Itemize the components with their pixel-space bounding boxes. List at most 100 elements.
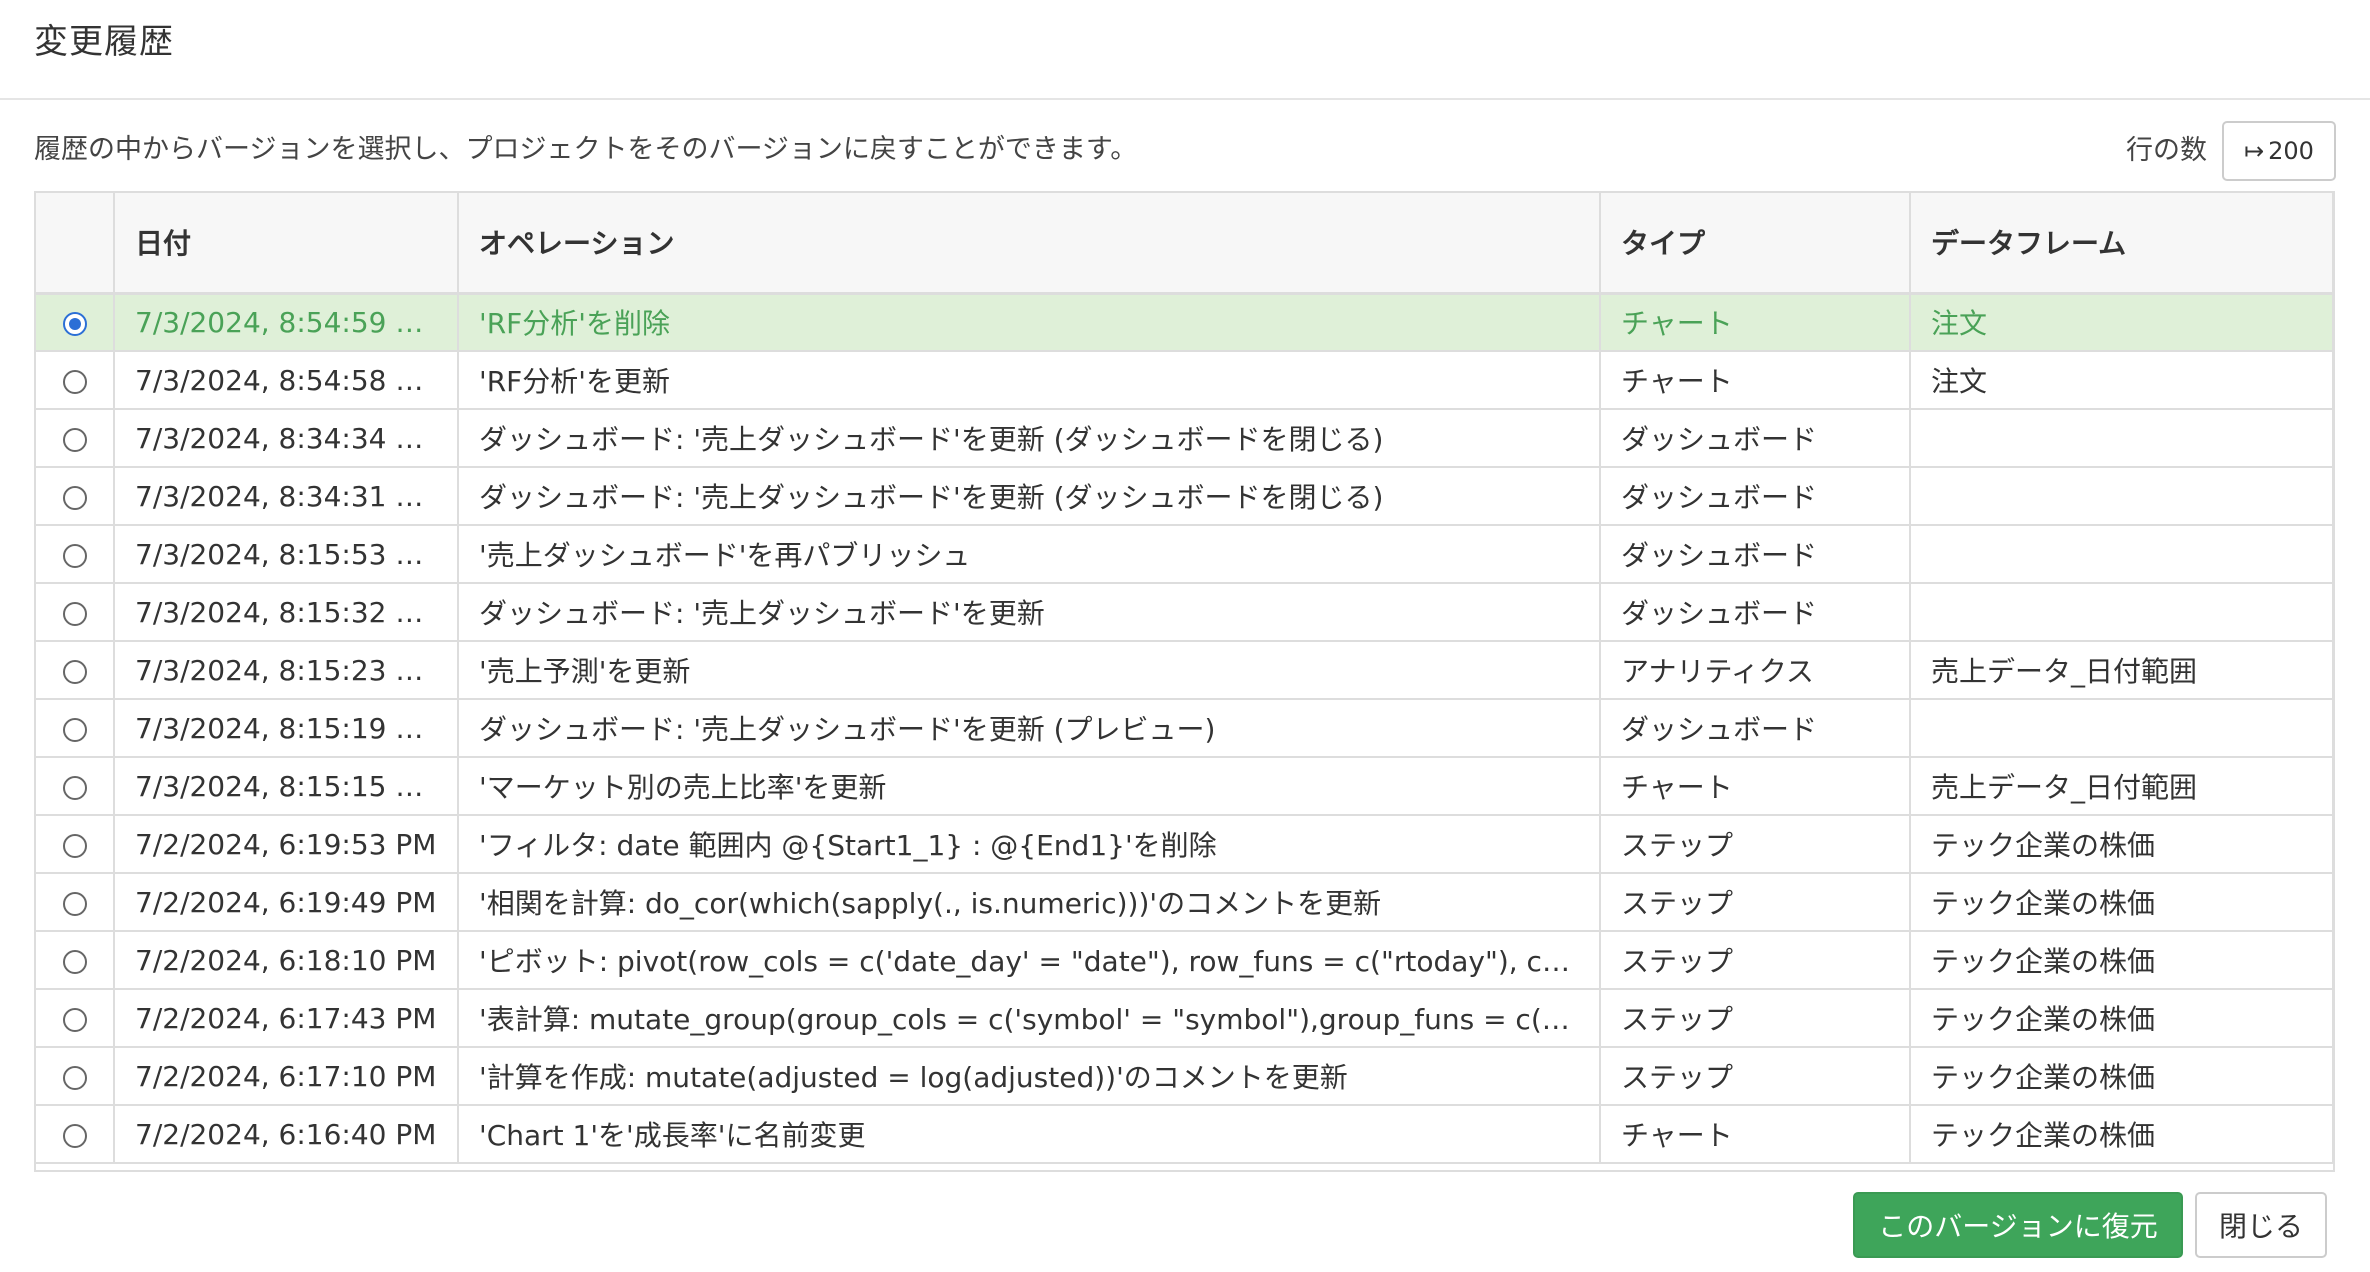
row-date: 7/3/2024, 8:15:32 AM: [114, 583, 459, 642]
row-type: ステップ: [1600, 873, 1911, 932]
row-radio-button[interactable]: [62, 311, 87, 336]
row-type: ダッシュボード: [1600, 525, 1911, 584]
row-date: 7/3/2024, 8:15:53 AM: [114, 525, 459, 584]
row-type: ステップ: [1600, 815, 1911, 874]
row-date: 7/3/2024, 8:34:31 AM: [114, 467, 459, 526]
row-type: ダッシュボード: [1600, 583, 1911, 642]
rows-count-label: 行の数: [2126, 135, 2207, 166]
table-row[interactable]: 7/2/2024, 6:19:49 PM '相関を計算: do_cor(which…: [36, 873, 2333, 932]
row-select-cell[interactable]: [36, 409, 115, 468]
row-select-cell[interactable]: [36, 815, 115, 874]
table-row[interactable]: 7/3/2024, 8:15:53 AM '売上ダッシュボード'を再パブリッシュダ…: [36, 525, 2333, 584]
row-operation: '計算を作成: mutate(adjusted = log(adjusted))…: [458, 1047, 1601, 1106]
dialog-title: 変更履歴: [34, 22, 174, 62]
rows-count-button[interactable]: ↦ 200: [2222, 121, 2336, 181]
row-type: ダッシュボード: [1600, 467, 1911, 526]
row-operation: ダッシュボード: '売上ダッシュボード'を更新 (ダッシュボードを閉じる): [458, 467, 1601, 526]
row-operation: ダッシュボード: '売上ダッシュボード'を更新 (ダッシュボードを閉じる): [458, 409, 1601, 468]
row-dataframe: テック企業の株価: [1910, 1047, 2333, 1106]
row-dataframe: [1910, 525, 2333, 584]
row-date: 7/2/2024, 6:19:53 PM: [114, 815, 459, 874]
row-date: 7/3/2024, 8:15:19 AM: [114, 699, 459, 758]
row-radio-button[interactable]: [62, 833, 87, 858]
row-operation: ダッシュボード: '売上ダッシュボード'を更新 (プレビュー): [458, 699, 1601, 758]
row-select-cell[interactable]: [36, 1105, 115, 1164]
table-row[interactable]: 7/3/2024, 8:15:23 AM '売上予測'を更新 アナリティクス 売上デー…: [36, 641, 2333, 700]
row-radio-button[interactable]: [62, 1007, 87, 1032]
arrow-right-to-bar-icon: ↦: [2244, 137, 2265, 165]
table-row[interactable]: 7/2/2024, 6:16:40 PM 'Chart 1'を'成長率'に名前変更…: [36, 1105, 2333, 1164]
row-operation: 'RF分析'を更新: [458, 351, 1601, 410]
column-header-date: 日付: [114, 193, 459, 295]
row-operation: '売上予測'を更新: [458, 641, 1601, 700]
row-type: ステップ: [1600, 931, 1911, 990]
row-operation: '表計算: mutate_group(group_cols = c('symbo…: [458, 989, 1601, 1048]
column-header-operation: オペレーション: [458, 193, 1601, 295]
row-radio-button[interactable]: [62, 1123, 87, 1148]
restore-version-button[interactable]: このバージョンに復元: [1853, 1192, 2183, 1258]
row-operation: ダッシュボード: '売上ダッシュボード'を更新: [458, 583, 1601, 642]
row-radio-button[interactable]: [62, 427, 87, 452]
row-date: 7/2/2024, 6:17:10 PM: [114, 1047, 459, 1106]
table-row[interactable]: 7/2/2024, 6:17:43 PM '表計算: mutate_group(g…: [36, 989, 2333, 1048]
row-type: ステップ: [1600, 989, 1911, 1048]
row-select-cell[interactable]: [36, 583, 115, 642]
row-type: ダッシュボード: [1600, 409, 1911, 468]
table-row[interactable]: 7/3/2024, 8:15:19 AM ダッシュボード: '売上ダッシュボード'…: [36, 699, 2333, 758]
row-type: ダッシュボード: [1600, 699, 1911, 758]
table-row[interactable]: 7/3/2024, 8:54:59 AM 'RF分析'を削除 チャート 注文: [36, 293, 2333, 352]
row-date: 7/3/2024, 8:54:58 AM: [114, 351, 459, 410]
table-row[interactable]: 7/3/2024, 8:15:15 AM 'マーケット別の売上比率'を更新 チャート…: [36, 757, 2333, 816]
row-select-cell[interactable]: [36, 873, 115, 932]
row-radio-button[interactable]: [62, 1065, 87, 1090]
row-select-cell[interactable]: [36, 989, 115, 1048]
row-select-cell[interactable]: [36, 525, 115, 584]
table-row[interactable]: 7/2/2024, 6:18:10 PM 'ピボット: pivot(row_col…: [36, 931, 2333, 990]
row-dataframe: [1910, 699, 2333, 758]
row-select-cell[interactable]: [36, 757, 115, 816]
table-row[interactable]: 7/2/2024, 6:19:53 PM 'フィルタ: date 範囲内 @{St…: [36, 815, 2333, 874]
row-operation: 'ピボット: pivot(row_cols = c('date_day' = "…: [458, 931, 1601, 990]
row-type: チャート: [1600, 1105, 1911, 1164]
row-dataframe: [1910, 583, 2333, 642]
close-button[interactable]: 閉じる: [2195, 1192, 2327, 1258]
row-operation: 'マーケット別の売上比率'を更新: [458, 757, 1601, 816]
history-table-container[interactable]: 日付 オペレーション タイプ データフレーム 7/3/2024, 8:54:59…: [34, 191, 2335, 1172]
row-select-cell[interactable]: [36, 641, 115, 700]
row-type: アナリティクス: [1600, 641, 1911, 700]
row-radio-button[interactable]: [62, 775, 87, 800]
row-select-cell[interactable]: [36, 1047, 115, 1106]
row-dataframe: テック企業の株価: [1910, 931, 2333, 990]
row-operation: 'Chart 1'を'成長率'に名前変更: [458, 1105, 1601, 1164]
row-select-cell[interactable]: [36, 293, 115, 352]
row-radio-button[interactable]: [62, 543, 87, 568]
column-header-select: [36, 193, 115, 295]
table-row[interactable]: 7/3/2024, 8:34:34 AM ダッシュボード: '売上ダッシュボード'…: [36, 409, 2333, 468]
row-type: ステップ: [1600, 1047, 1911, 1106]
row-operation: 'RF分析'を削除: [458, 293, 1601, 352]
row-date: 7/2/2024, 6:18:10 PM: [114, 931, 459, 990]
row-select-cell[interactable]: [36, 351, 115, 410]
column-header-dataframe: データフレーム: [1910, 193, 2333, 295]
row-radio-button[interactable]: [62, 659, 87, 684]
row-operation: '相関を計算: do_cor(which(sapply(., is.numeri…: [458, 873, 1601, 932]
row-radio-button[interactable]: [62, 717, 87, 742]
row-radio-button[interactable]: [62, 369, 87, 394]
column-header-type: タイプ: [1600, 193, 1911, 295]
history-table-body: 7/3/2024, 8:54:59 AM 'RF分析'を削除 チャート 注文 7/3/2…: [36, 293, 2333, 1164]
row-select-cell[interactable]: [36, 931, 115, 990]
table-row[interactable]: 7/3/2024, 8:15:32 AM ダッシュボード: '売上ダッシュボード'…: [36, 583, 2333, 642]
row-radio-button[interactable]: [62, 949, 87, 974]
row-date: 7/3/2024, 8:15:23 AM: [114, 641, 459, 700]
table-row[interactable]: 7/3/2024, 8:34:31 AM ダッシュボード: '売上ダッシュボード'…: [36, 467, 2333, 526]
table-row[interactable]: 7/3/2024, 8:54:58 AM 'RF分析'を更新 チャート 注文: [36, 351, 2333, 410]
row-radio-button[interactable]: [62, 601, 87, 626]
row-date: 7/2/2024, 6:16:40 PM: [114, 1105, 459, 1164]
table-row[interactable]: 7/2/2024, 6:17:10 PM '計算を作成: mutate(adjus…: [36, 1047, 2333, 1106]
row-dataframe: テック企業の株価: [1910, 815, 2333, 874]
dialog-header: 変更履歴: [0, 0, 2370, 100]
row-select-cell[interactable]: [36, 699, 115, 758]
row-radio-button[interactable]: [62, 485, 87, 510]
row-radio-button[interactable]: [62, 891, 87, 916]
row-select-cell[interactable]: [36, 467, 115, 526]
